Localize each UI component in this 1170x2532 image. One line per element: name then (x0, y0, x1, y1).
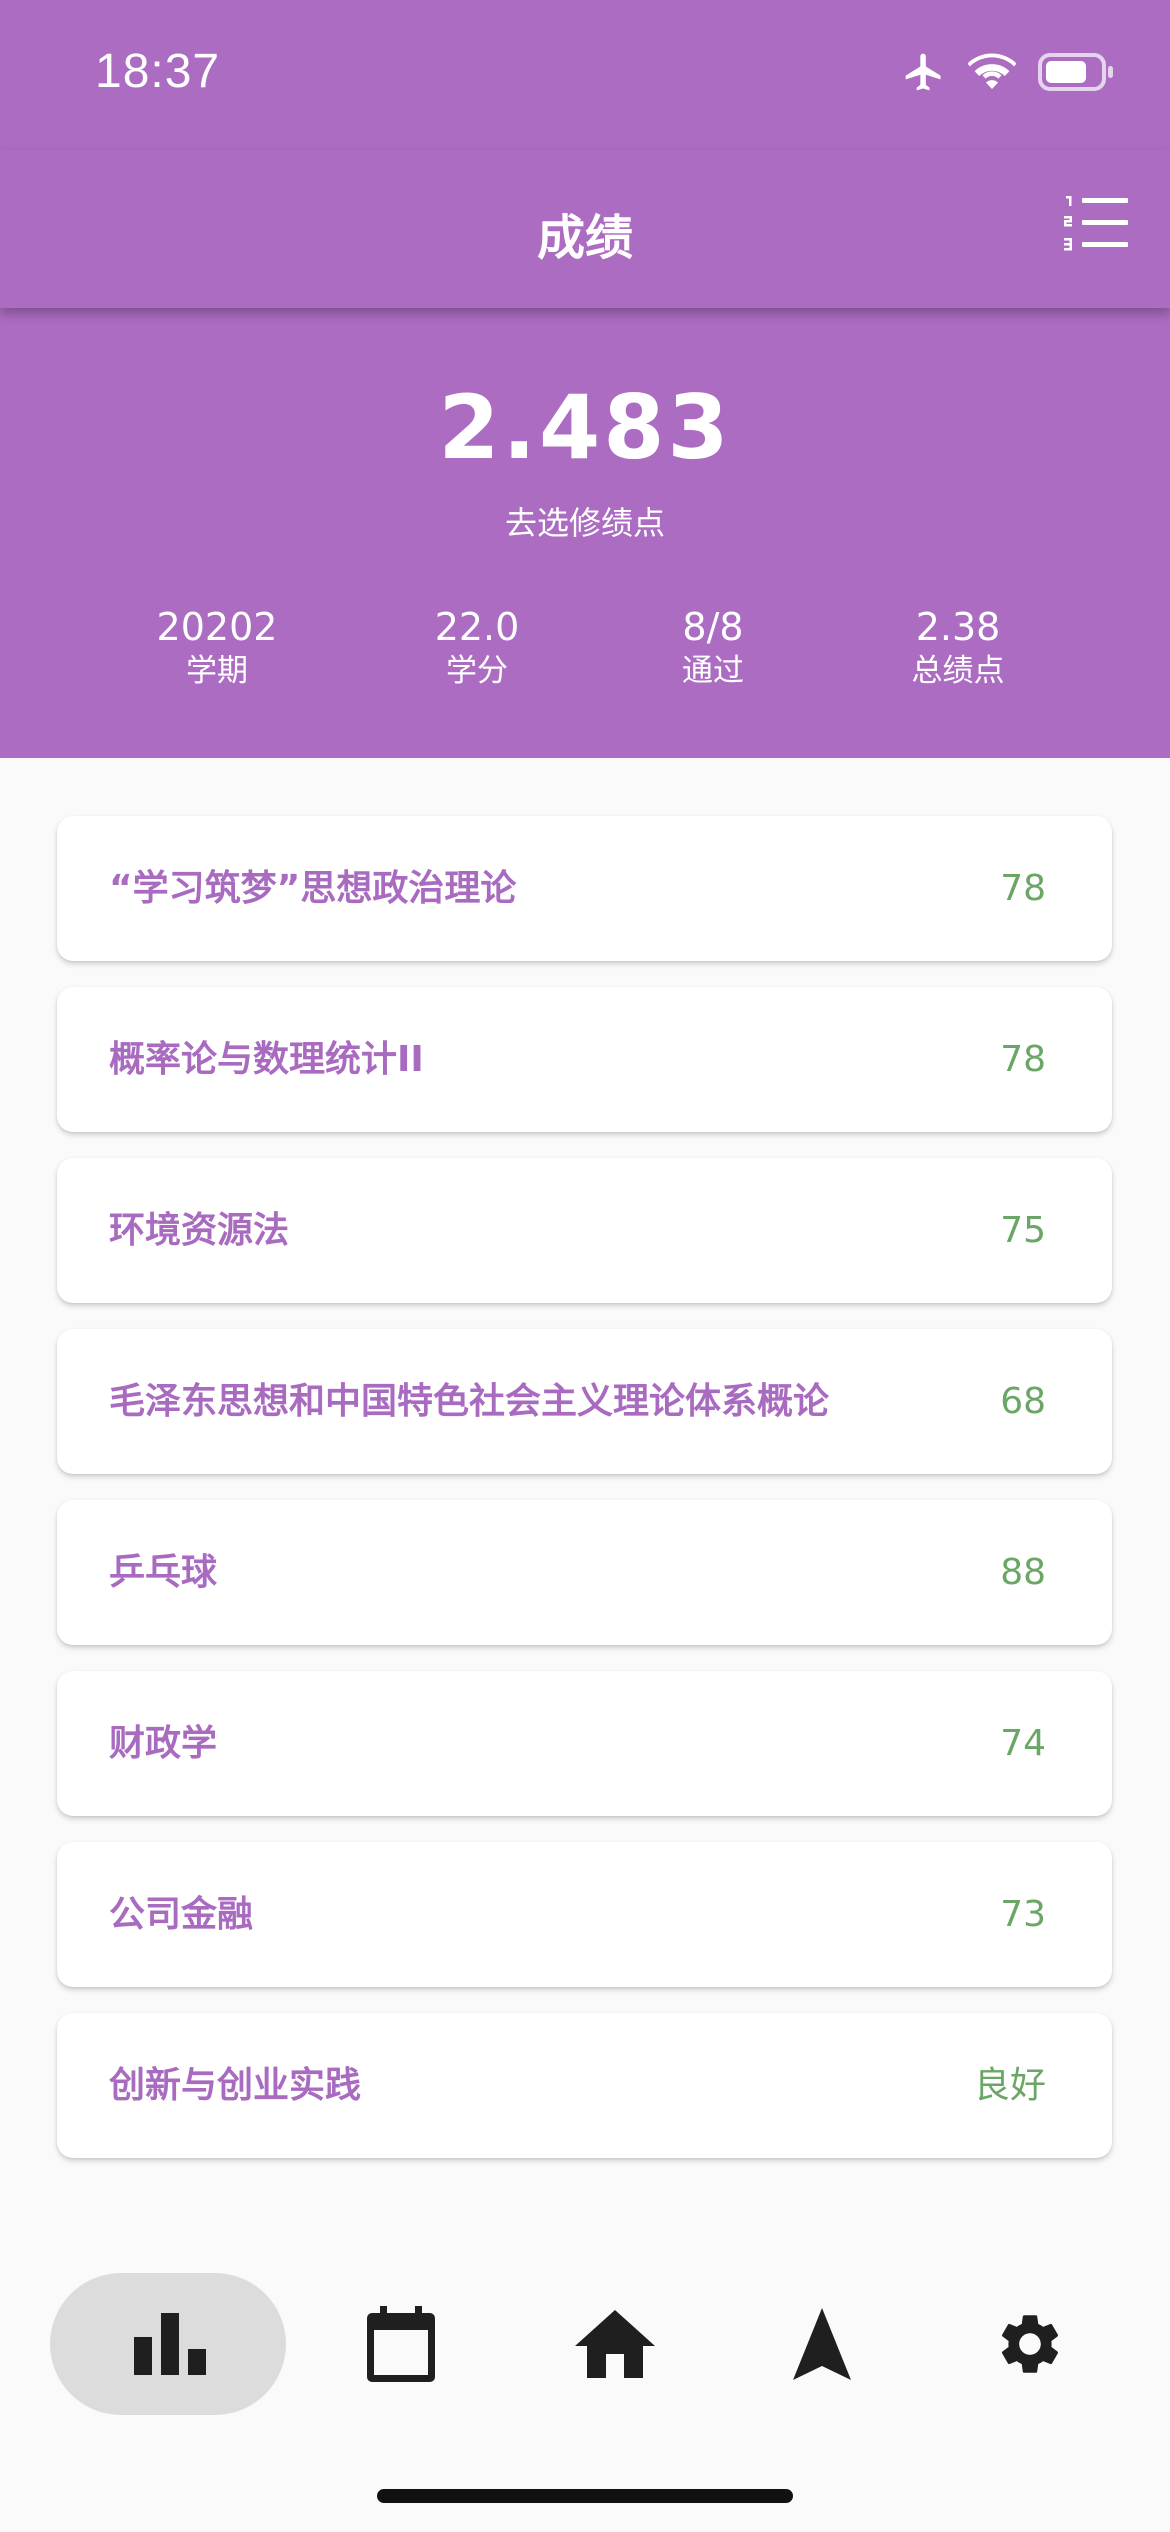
course-name: 财政学 (109, 1723, 218, 1764)
gpa-value: 2.483 (438, 376, 732, 479)
course-name: 概率论与数理统计II (109, 1039, 424, 1080)
course-card[interactable]: 公司金融 73 (57, 1842, 1112, 1987)
stat-value: 20202 (156, 605, 278, 649)
bar-chart-icon (134, 2313, 206, 2375)
course-name: 公司金融 (109, 1894, 254, 1935)
nav-item-home[interactable] (520, 2273, 710, 2415)
sort-list-icon (1064, 196, 1128, 251)
course-card[interactable]: 乒乓球 88 (57, 1500, 1112, 1645)
course-score: 78 (1000, 1039, 1046, 1080)
gear-icon (1001, 2315, 1059, 2373)
course-card[interactable]: 毛泽东思想和中国特色社会主义理论体系概论 68 (57, 1329, 1112, 1474)
stat-term: 20202 学期 (97, 604, 337, 692)
stat-label: 学期 (186, 653, 248, 689)
home-icon (575, 2310, 655, 2378)
course-card[interactable]: 创新与创业实践 良好 (57, 2013, 1112, 2158)
course-card[interactable]: “学习筑梦”思想政治理论 78 (57, 816, 1112, 961)
nav-item-settings[interactable] (935, 2273, 1125, 2415)
stat-value: 8/8 (682, 605, 744, 649)
course-score: 74 (1000, 1723, 1046, 1764)
stat-label: 学分 (446, 653, 508, 689)
course-name: 创新与创业实践 (109, 2065, 362, 2106)
course-name: 毛泽东思想和中国特色社会主义理论体系概论 (109, 1381, 830, 1422)
nav-item-grades[interactable] (50, 2273, 286, 2415)
stat-credits: 22.0 学分 (357, 604, 597, 692)
bottom-navigation (0, 2250, 1170, 2450)
stat-value: 22.0 (434, 605, 520, 649)
home-indicator (377, 2489, 793, 2503)
course-score: 88 (1000, 1552, 1046, 1593)
status-time: 18:37 (95, 45, 221, 98)
course-name: 环境资源法 (109, 1210, 290, 1251)
sort-button[interactable] (1064, 194, 1130, 254)
course-score: 73 (1000, 1894, 1046, 1935)
stat-value: 2.38 (915, 605, 1001, 649)
course-card[interactable]: 环境资源法 75 (57, 1158, 1112, 1303)
nav-item-schedule[interactable] (306, 2273, 496, 2415)
calendar-icon (367, 2306, 435, 2382)
course-score: 78 (1000, 868, 1046, 909)
course-score: 68 (1000, 1381, 1046, 1422)
stat-total-gpa: 2.38 总绩点 (838, 604, 1078, 692)
nav-item-navigation[interactable] (727, 2273, 917, 2415)
course-card[interactable]: 财政学 74 (57, 1671, 1112, 1816)
stat-passed: 8/8 通过 (593, 604, 833, 692)
gpa-label: 去选修绩点 (504, 504, 665, 542)
status-icons (902, 50, 1114, 94)
grades-screen: 18:37 成绩 2.483 去选修绩点 20202 学期 22.0 学分 8/… (0, 0, 1170, 2532)
airplane-icon (902, 50, 946, 94)
stat-label: 通过 (682, 653, 744, 689)
navigation-arrow-icon (793, 2308, 851, 2380)
app-bar: 成绩 (0, 150, 1170, 308)
course-name: “学习筑梦”思想政治理论 (109, 868, 517, 909)
course-score: 75 (1000, 1210, 1046, 1251)
gpa-summary: 2.483 去选修绩点 20202 学期 22.0 学分 8/8 通过 2.38… (0, 308, 1170, 758)
battery-icon (1038, 53, 1114, 91)
page-title: 成绩 (536, 210, 633, 266)
stat-label: 总绩点 (911, 653, 1005, 689)
course-name: 乒乓球 (109, 1552, 218, 1593)
course-score: 良好 (973, 2065, 1046, 2106)
status-bar: 18:37 (0, 0, 1170, 150)
wifi-icon (968, 52, 1016, 92)
course-card[interactable]: 概率论与数理统计II 78 (57, 987, 1112, 1132)
